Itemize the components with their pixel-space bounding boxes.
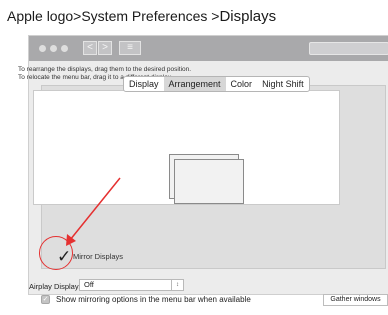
annotation-arrow-icon xyxy=(66,177,121,246)
show-mirroring-checkbox[interactable]: ✓ xyxy=(41,295,50,304)
airplay-displays-select[interactable]: Off ↕ xyxy=(79,279,184,291)
tab-color[interactable]: Color xyxy=(226,77,258,91)
airplay-displays-label: Airplay Displays : xyxy=(29,282,87,291)
tab-arrangement[interactable]: Arrangement xyxy=(163,77,226,91)
gather-windows-button[interactable]: Gather windows xyxy=(323,294,388,306)
airplay-selected-value: Off xyxy=(84,280,94,289)
show-mirroring-label: Show mirroring options in the menu bar w… xyxy=(56,295,251,304)
tab-display[interactable]: Display xyxy=(124,77,164,91)
select-stepper-icon: ↕ xyxy=(171,280,183,290)
tab-night-shift[interactable]: Night Shift xyxy=(257,77,309,91)
tab-bar: Display Arrangement Color Night Shift xyxy=(123,76,310,92)
